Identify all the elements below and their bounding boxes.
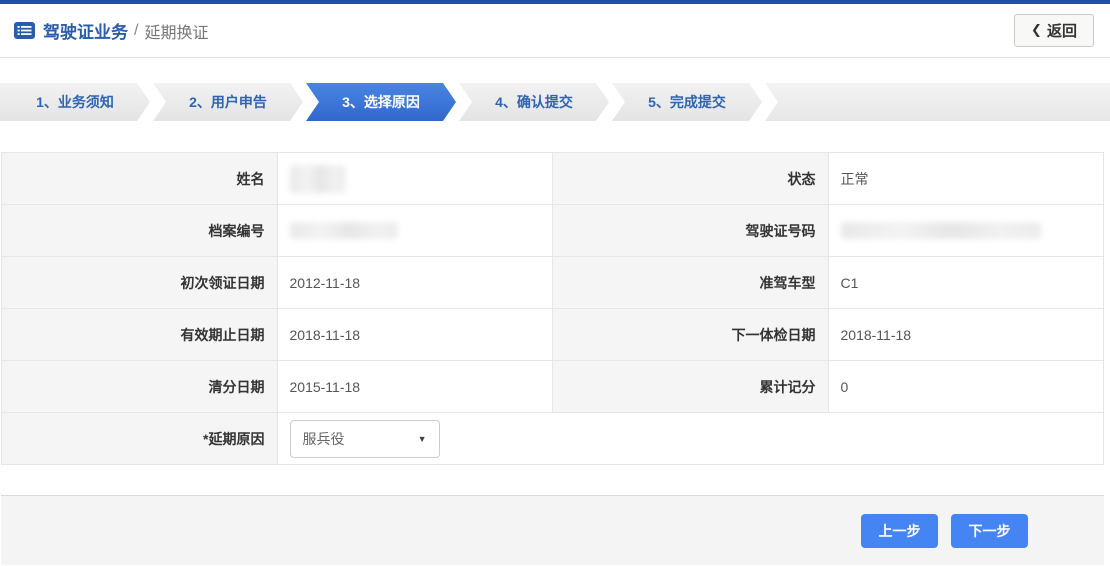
step-4-confirm-submit[interactable]: 4、确认提交 <box>459 83 609 121</box>
redacted-value <box>841 222 1041 239</box>
redacted-value <box>290 222 398 239</box>
action-footer: 上一步 下一步 <box>1 495 1104 565</box>
next-step-button[interactable]: 下一步 <box>951 514 1028 548</box>
back-button[interactable]: ❮ 返回 <box>1014 14 1094 47</box>
step-3-select-reason[interactable]: 3、选择原因 <box>306 83 456 121</box>
field-label-points-clear-date: 清分日期 <box>2 361 278 413</box>
field-label-file-number: 档案编号 <box>2 205 278 257</box>
chevron-left-icon: ❮ <box>1031 22 1042 38</box>
field-label-extension-reason: *延期原因 <box>2 413 278 465</box>
back-button-label: 返回 <box>1047 20 1077 41</box>
breadcrumb-current: 延期换证 <box>144 19 208 43</box>
field-label-name: 姓名 <box>2 153 278 205</box>
field-value-accumulated-points: 0 <box>828 361 1104 413</box>
license-info-table: 姓名 状态 正常 档案编号 驾驶证号码 初次领证日期 2012-11-18 准驾… <box>1 152 1104 465</box>
table-row: 初次领证日期 2012-11-18 准驾车型 C1 <box>2 257 1104 309</box>
caret-down-icon: ▼ <box>418 434 427 444</box>
redacted-value <box>290 165 345 193</box>
field-value-vehicle-class: C1 <box>828 257 1104 309</box>
field-value-name <box>277 153 553 205</box>
page-title: 驾驶证业务 <box>43 18 128 43</box>
step-bar-tail <box>765 83 1110 121</box>
selected-option-label: 服兵役 <box>303 429 345 449</box>
field-label-accumulated-points: 累计记分 <box>553 361 829 413</box>
list-icon <box>14 22 35 39</box>
field-value-next-physical-date: 2018-11-18 <box>828 309 1104 361</box>
field-label-next-physical-date: 下一体检日期 <box>553 309 829 361</box>
extension-reason-select[interactable]: 服兵役 ▼ <box>290 420 440 458</box>
step-2-user-declaration[interactable]: 2、用户申告 <box>153 83 303 121</box>
table-row: 清分日期 2015-11-18 累计记分 0 <box>2 361 1104 413</box>
field-value-file-number <box>277 205 553 257</box>
breadcrumb-separator: / <box>134 22 138 40</box>
field-label-valid-until: 有效期止日期 <box>2 309 278 361</box>
table-row: *延期原因 服兵役 ▼ <box>2 413 1104 465</box>
step-1-business-notice[interactable]: 1、业务须知 <box>0 83 150 121</box>
field-value-first-license-date: 2012-11-18 <box>277 257 553 309</box>
table-row: 姓名 状态 正常 <box>2 153 1104 205</box>
field-label-first-license-date: 初次领证日期 <box>2 257 278 309</box>
table-row: 档案编号 驾驶证号码 <box>2 205 1104 257</box>
previous-step-button[interactable]: 上一步 <box>861 514 938 548</box>
field-label-vehicle-class: 准驾车型 <box>553 257 829 309</box>
table-row: 有效期止日期 2018-11-18 下一体检日期 2018-11-18 <box>2 309 1104 361</box>
step-5-complete-submit[interactable]: 5、完成提交 <box>612 83 762 121</box>
step-wizard: 1、业务须知 2、用户申告 3、选择原因 4、确认提交 5、完成提交 <box>0 83 1110 121</box>
field-label-status: 状态 <box>553 153 829 205</box>
field-value-status: 正常 <box>828 153 1104 205</box>
field-value-extension-reason: 服兵役 ▼ <box>277 413 1104 465</box>
field-value-points-clear-date: 2015-11-18 <box>277 361 553 413</box>
field-label-license-number: 驾驶证号码 <box>553 205 829 257</box>
page-header: 驾驶证业务 / 延期换证 ❮ 返回 <box>0 4 1110 58</box>
field-value-license-number <box>828 205 1104 257</box>
field-value-valid-until: 2018-11-18 <box>277 309 553 361</box>
